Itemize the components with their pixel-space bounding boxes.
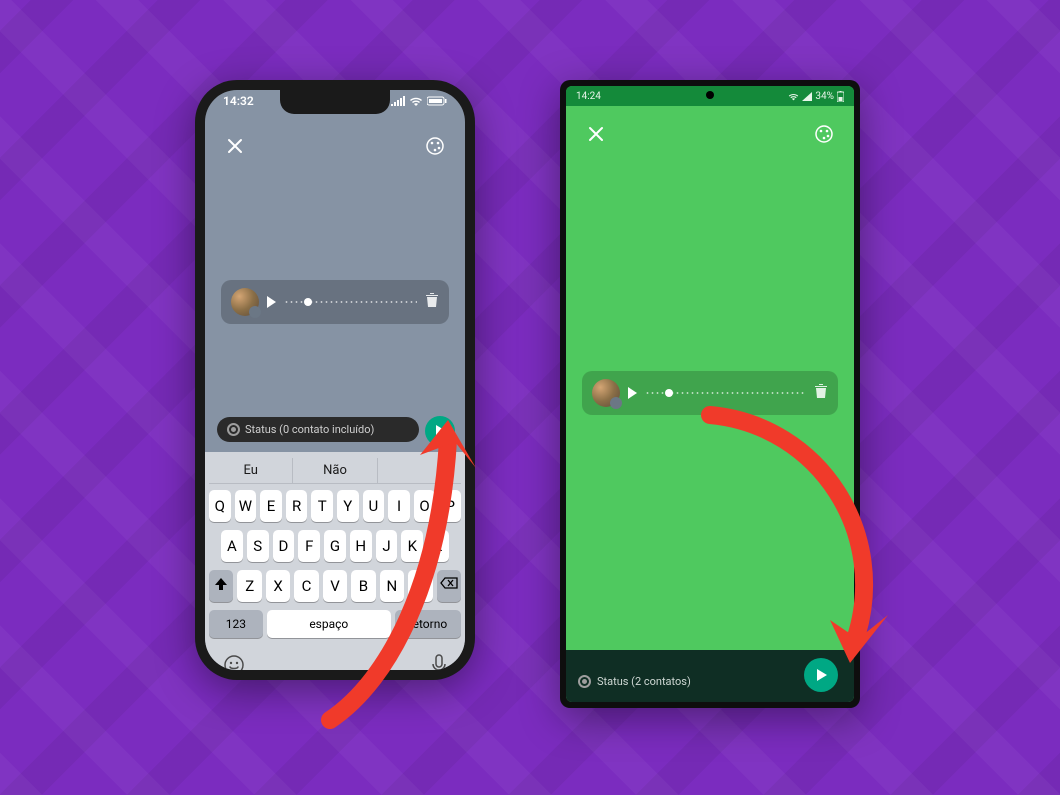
key-row-4: 123 espaço retorno	[209, 610, 461, 638]
key-i[interactable]: I	[388, 490, 410, 522]
backspace-icon	[440, 577, 458, 589]
emoji-button[interactable]	[223, 654, 245, 670]
status-chip: Status (0 contato incluído)	[227, 423, 374, 436]
voice-message-preview	[221, 280, 449, 324]
mic-icon	[431, 654, 447, 670]
key-n[interactable]: N	[380, 570, 404, 602]
send-button[interactable]	[425, 416, 455, 446]
ios-status-icons	[391, 94, 447, 108]
suggestion-3[interactable]	[378, 458, 461, 483]
key-row-1: Q W E R T Y U I O P	[209, 490, 461, 522]
audio-waveform[interactable]	[284, 301, 417, 303]
key-p[interactable]: P	[439, 490, 461, 522]
status-ring-icon	[227, 423, 240, 436]
palette-icon	[425, 136, 445, 156]
iphone-screen: 14:32 Status	[205, 90, 465, 670]
whatsapp-status-header	[566, 110, 854, 158]
key-s[interactable]: S	[247, 530, 269, 562]
android-time: 14:24	[576, 91, 601, 102]
close-icon	[227, 138, 243, 154]
signal-icon	[802, 92, 812, 101]
key-b[interactable]: B	[351, 570, 375, 602]
close-button[interactable]	[221, 132, 249, 160]
key-c[interactable]: C	[294, 570, 318, 602]
key-a[interactable]: A	[221, 530, 243, 562]
mic-button[interactable]	[431, 654, 447, 670]
delete-button[interactable]	[814, 383, 828, 403]
key-e[interactable]: E	[260, 490, 282, 522]
key-j[interactable]: J	[376, 530, 398, 562]
android-device-frame: 14:24 34%	[560, 80, 860, 708]
keyboard-bottom-row	[209, 646, 461, 670]
key-k[interactable]: K	[401, 530, 423, 562]
ios-time: 14:32	[223, 94, 254, 108]
key-v[interactable]: V	[323, 570, 347, 602]
play-button[interactable]	[628, 387, 637, 399]
trash-icon	[814, 383, 828, 399]
key-m[interactable]: M	[408, 570, 432, 602]
key-f[interactable]: F	[298, 530, 320, 562]
key-row-3: Z X C V B N M	[209, 570, 461, 602]
emoji-icon	[223, 654, 245, 670]
android-battery-percent: 34%	[815, 91, 834, 102]
recipient-label: Status (0 contato incluído)	[245, 423, 374, 436]
key-o[interactable]: O	[414, 490, 436, 522]
recipient-chip-bar[interactable]: Status (0 contato incluído)	[217, 417, 419, 442]
backspace-key[interactable]	[437, 570, 461, 602]
android-status-icons: 34%	[788, 91, 844, 102]
palette-button[interactable]	[421, 132, 449, 160]
key-t[interactable]: T	[311, 490, 333, 522]
close-icon	[588, 126, 604, 142]
key-q[interactable]: Q	[209, 490, 231, 522]
send-icon	[817, 669, 827, 681]
key-d[interactable]: D	[273, 530, 295, 562]
trash-icon	[425, 292, 439, 308]
android-screen: 14:24 34%	[566, 86, 854, 702]
shift-icon	[214, 577, 228, 591]
key-h[interactable]: H	[350, 530, 372, 562]
shift-key[interactable]	[209, 570, 233, 602]
send-icon	[436, 425, 446, 437]
battery-icon	[427, 96, 447, 106]
battery-icon	[837, 91, 844, 102]
key-w[interactable]: W	[235, 490, 257, 522]
user-avatar	[231, 288, 259, 316]
key-g[interactable]: G	[324, 530, 346, 562]
palette-icon	[814, 124, 834, 144]
return-key[interactable]: retorno	[395, 610, 461, 638]
suggestion-2[interactable]: Não	[292, 458, 377, 483]
palette-button[interactable]	[810, 120, 838, 148]
delete-button[interactable]	[425, 292, 439, 312]
close-button[interactable]	[582, 120, 610, 148]
status-ring-icon	[578, 675, 591, 688]
user-avatar	[592, 379, 620, 407]
key-r[interactable]: R	[286, 490, 308, 522]
send-button[interactable]	[804, 658, 838, 692]
recipient-chip-bar[interactable]: Status (2 contatos)	[578, 675, 691, 688]
iphone-notch	[280, 90, 390, 114]
iphone-device-frame: 14:32 Status	[195, 80, 475, 680]
whatsapp-status-header	[205, 122, 465, 170]
suggestion-1[interactable]: Eu	[209, 458, 292, 483]
android-camera-hole	[706, 91, 714, 99]
signal-icon	[391, 96, 405, 106]
key-z[interactable]: Z	[237, 570, 261, 602]
key-row-2: A S D F G H J K L	[209, 530, 461, 562]
recipient-label: Status (2 contatos)	[597, 675, 691, 688]
numeric-key[interactable]: 123	[209, 610, 263, 638]
wifi-icon	[409, 96, 423, 106]
key-l[interactable]: L	[427, 530, 449, 562]
key-u[interactable]: U	[363, 490, 385, 522]
audio-waveform[interactable]	[645, 392, 806, 394]
key-y[interactable]: Y	[337, 490, 359, 522]
play-button[interactable]	[267, 296, 276, 308]
ios-keyboard: Eu Não Q W E R T Y U I O P A S D F	[205, 452, 465, 670]
space-key[interactable]: espaço	[267, 610, 391, 638]
keyboard-suggestions: Eu Não	[209, 458, 461, 484]
voice-message-preview	[582, 371, 838, 415]
key-x[interactable]: X	[266, 570, 290, 602]
wifi-icon	[788, 92, 799, 101]
